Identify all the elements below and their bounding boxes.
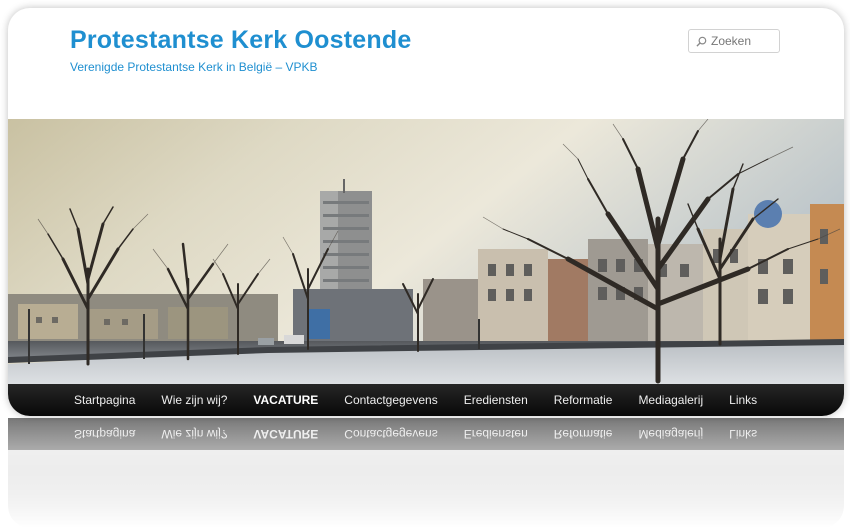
search-input[interactable] (711, 34, 777, 48)
search-icon (696, 36, 707, 47)
site-title[interactable]: Protestantse Kerk Oostende (70, 26, 411, 55)
nav-item-erediensten[interactable]: Erediensten (451, 393, 541, 407)
nav-item-links[interactable]: Links (716, 393, 770, 407)
reflection-nav-label: Erediensten (463, 427, 528, 441)
reflection-nav-label: Wie zijn wij? (161, 427, 228, 441)
reflection-nav-label: Links (729, 427, 758, 441)
nav-item-vacature[interactable]: VACATURE (240, 393, 331, 407)
reflection-nav-label: VACATURE (253, 427, 319, 441)
nav-item-contactgegevens[interactable]: Contactgegevens (331, 393, 450, 407)
header-banner-image (8, 119, 844, 384)
reflection-banner (8, 450, 844, 528)
nav-item-startpagina[interactable]: Startpagina (8, 393, 148, 407)
reflection-nav-label: Startpagina (74, 427, 136, 441)
reflection-nav-label: Reformatie (553, 427, 613, 441)
reflection-navigation: Startpagina Wie zijn wij? VACATURE Conta… (8, 418, 844, 450)
nav-item-mediagalerij[interactable]: Mediagalerij (625, 393, 716, 407)
page-reflection: Startpagina Wie zijn wij? VACATURE Conta… (8, 418, 844, 528)
site-description: Verenigde Protestantse Kerk in België – … (70, 60, 318, 74)
reflection-nav-label: Contactgegevens (344, 427, 438, 441)
main-navigation: Startpagina Wie zijn wij? VACATURE Conta… (8, 384, 844, 416)
nav-item-wie-zijn-wij[interactable]: Wie zijn wij? (148, 393, 240, 407)
reflection-nav-label: Mediagalerij (638, 427, 704, 441)
search-box[interactable] (688, 29, 780, 53)
page-card: Protestantse Kerk Oostende Verenigde Pro… (8, 8, 844, 416)
nav-item-reformatie[interactable]: Reformatie (541, 393, 626, 407)
